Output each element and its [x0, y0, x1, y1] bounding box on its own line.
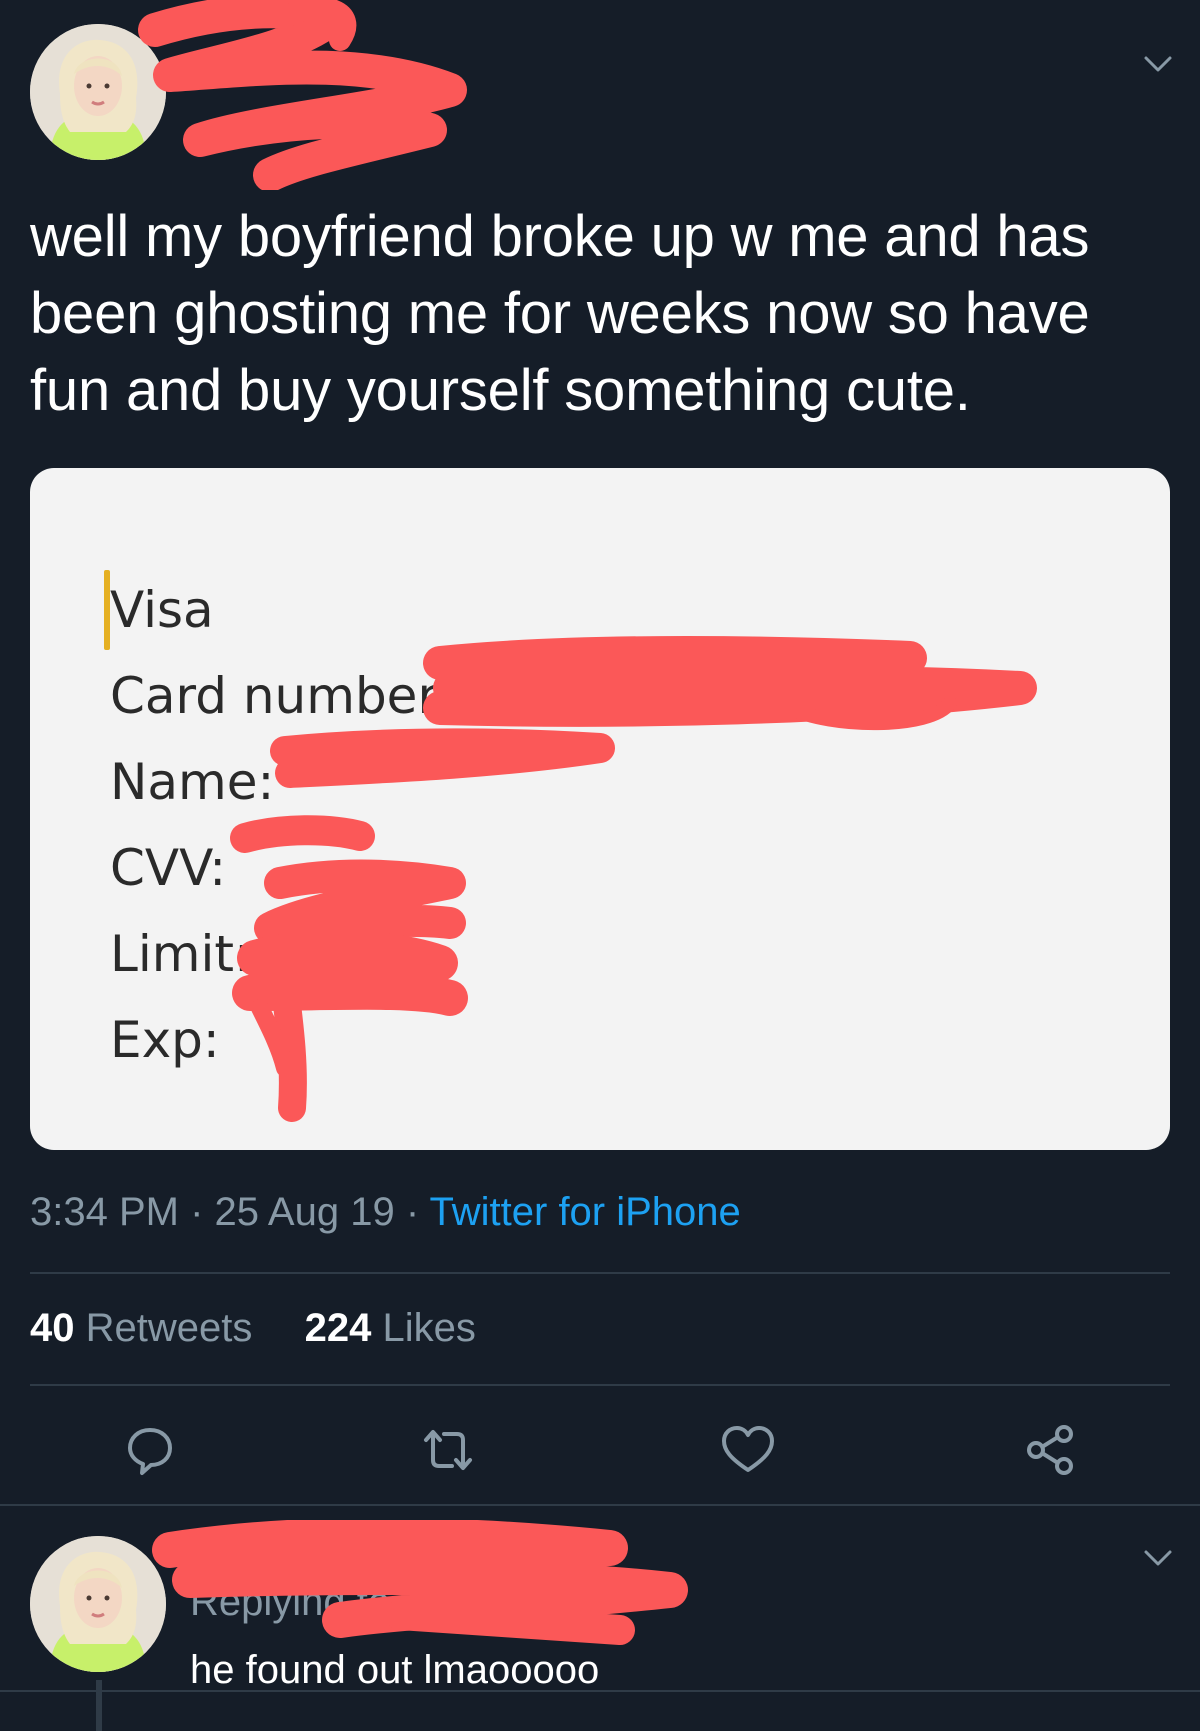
likes-count: 224: [304, 1306, 372, 1350]
tweet-source-link[interactable]: Twitter for iPhone: [430, 1190, 741, 1234]
reply-author-avatar[interactable]: [30, 1536, 166, 1672]
tweet-text: well my boyfriend broke up w me and has …: [30, 204, 1090, 423]
divider: [30, 1272, 1170, 1274]
tweet-media-image[interactable]: Visa Card number Name: CVV: Limit: Exp:: [30, 468, 1170, 1150]
section-divider: [0, 1504, 1200, 1506]
reply-icon[interactable]: [120, 1420, 180, 1480]
retweet-icon[interactable]: [418, 1420, 478, 1480]
tweet-time: 3:34 PM: [30, 1190, 179, 1234]
like-icon[interactable]: [718, 1420, 778, 1480]
share-icon[interactable]: [1020, 1420, 1080, 1480]
retweets-count: 40: [30, 1306, 75, 1350]
reply-text: he found out lmaooooo: [190, 1648, 600, 1692]
meta-separator: ·: [394, 1190, 430, 1234]
bottom-divider: [0, 1690, 1200, 1692]
divider: [30, 1384, 1170, 1386]
tweet-meta: 3:34 PM · 25 Aug 19 · Twitter for iPhone: [30, 1190, 741, 1235]
tweet-stats: 40 Retweets 224 Likes: [30, 1306, 476, 1351]
likes-stat[interactable]: 224 Likes: [305, 1306, 476, 1350]
redacted-card-details: [230, 636, 1037, 1122]
redacted-author-name: [138, 0, 467, 190]
meta-separator: ·: [178, 1190, 215, 1234]
thread-line: [96, 1680, 102, 1731]
chevron-down-icon[interactable]: [1140, 1540, 1176, 1576]
retweets-stat[interactable]: 40 Retweets: [30, 1306, 252, 1350]
likes-label: Likes: [382, 1306, 476, 1350]
retweets-label: Retweets: [85, 1306, 253, 1350]
chevron-down-icon[interactable]: [1140, 46, 1176, 82]
tweet-date: 25 Aug 19: [214, 1190, 395, 1234]
redacted-reply-author: [152, 1520, 688, 1645]
